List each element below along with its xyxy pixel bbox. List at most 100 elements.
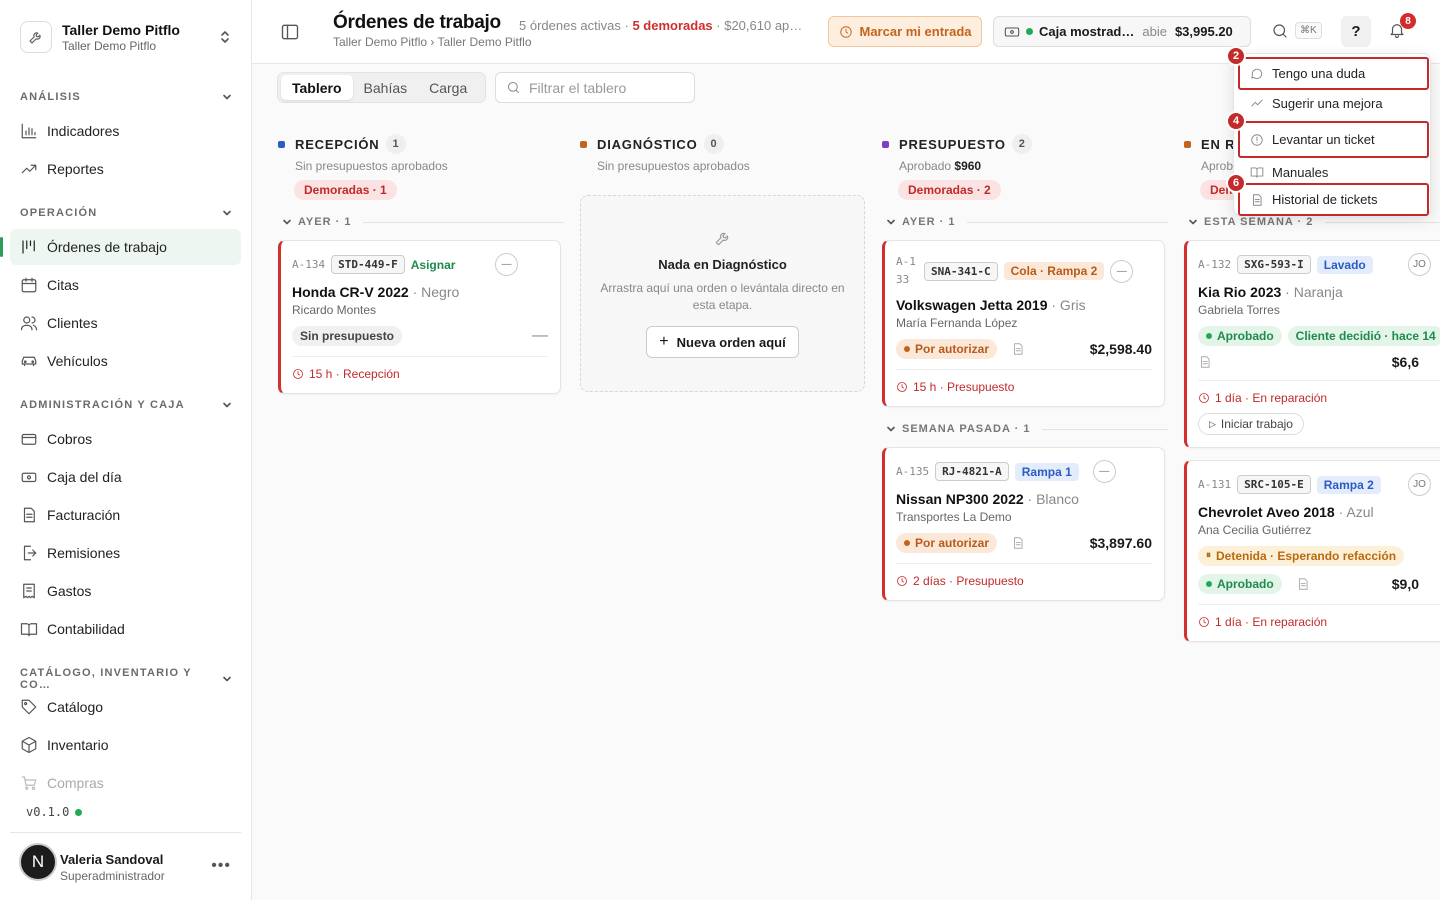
plus-icon: +: [659, 333, 669, 350]
order-card[interactable]: A-135 RJ-4821-A Rampa 1 — Nissan NP300 2022…: [882, 447, 1165, 601]
sidebar-item-compras[interactable]: Compras: [10, 765, 241, 801]
more-icon[interactable]: •••: [211, 857, 231, 875]
menu-item-label: Sugerir una mejora: [1272, 95, 1383, 111]
user-role: Superadministrador: [60, 869, 165, 883]
menu-item-historial-tickets[interactable]: Historial de tickets: [1238, 183, 1429, 216]
column-count: 1: [385, 134, 406, 154]
assign-link[interactable]: Asignar: [411, 256, 463, 274]
sidebar-item-label: Inventario: [47, 737, 109, 753]
filter-placeholder: Filtrar el tablero: [529, 79, 627, 96]
start-work-button[interactable]: ▷ Iniciar trabajo: [1198, 413, 1304, 435]
sidebar-item-indicadores[interactable]: Indicadores: [10, 113, 241, 149]
order-price: $9,0: [1391, 575, 1419, 592]
book-icon: [20, 623, 38, 637]
pause-icon: ⏸: [1206, 550, 1211, 561]
cash-icon: [1004, 26, 1020, 37]
marcar-entrada-button[interactable]: Marcar mi entrada: [828, 16, 982, 47]
chevron-down-icon: [222, 400, 232, 410]
caja-selector[interactable]: Caja mostrad… abie $3,995.20: [993, 16, 1251, 47]
help-button[interactable]: ?: [1341, 16, 1371, 47]
chevron-down-icon: [887, 219, 895, 225]
order-card[interactable]: A-132 SXG-593-I Lavado JO Kia Rio 2023 · Na…: [1184, 240, 1440, 448]
search-icon: [508, 82, 519, 93]
sidebar-item-contabilidad[interactable]: Contabilidad: [10, 611, 241, 647]
order-card[interactable]: A-134 STD-449-F Asignar — Honda CR-V 2022 ·…: [278, 240, 561, 394]
caja-amount: $3,995.20: [1174, 24, 1233, 39]
section-catalogo[interactable]: CATÁLOGO, INVENTARIO Y CO…: [20, 667, 232, 691]
assignee-placeholder-icon[interactable]: —: [1110, 259, 1134, 283]
sidebar-item-gastos[interactable]: Gastos: [10, 573, 241, 609]
sidebar-item-ordenes[interactable]: Órdenes de trabajo: [0, 229, 241, 265]
caja-status-dot: [1026, 28, 1033, 35]
order-price: $3,897.60: [1089, 535, 1152, 551]
vehicle-model: Chevrolet Aveo 2018: [1198, 504, 1335, 520]
tab-bahias[interactable]: Bahías: [353, 75, 419, 100]
menu-item-tengo-duda[interactable]: Tengo una duda: [1238, 57, 1429, 90]
sidebar-item-clientes[interactable]: Clientes: [10, 305, 241, 341]
sidebar-toggle-icon[interactable]: [280, 22, 300, 42]
sidebar-item-caja[interactable]: Caja del día: [10, 459, 241, 495]
book-open-icon: [1250, 167, 1264, 178]
section-administracion[interactable]: ADMINISTRACIÓN Y CAJA: [20, 399, 232, 411]
version-label: v0.1.0: [26, 805, 70, 819]
notification-badge: 8: [1400, 13, 1416, 29]
sidebar-item-inventario[interactable]: Inventario: [10, 727, 241, 763]
notifications-button[interactable]: 8: [1388, 13, 1416, 40]
tab-tablero[interactable]: Tablero: [281, 75, 353, 100]
document-icon[interactable]: [1011, 536, 1025, 550]
plate-badge: SRC-105-E: [1237, 475, 1311, 494]
late-badge[interactable]: Demoradas · 1: [294, 180, 397, 200]
assignee-avatar[interactable]: JO: [1408, 473, 1431, 496]
avatar: N: [19, 843, 57, 881]
section-operacion[interactable]: OPERACIÓN: [20, 207, 232, 219]
document-icon[interactable]: [1296, 577, 1310, 591]
section-analisis[interactable]: ANÁLISIS: [20, 91, 232, 103]
menu-item-manuales[interactable]: Manuales: [1234, 158, 1432, 186]
sidebar-item-reportes[interactable]: Reportes: [10, 151, 241, 187]
sidebar-item-catalogo[interactable]: Catálogo: [10, 689, 241, 725]
sidebar-item-cobros[interactable]: Cobros: [10, 421, 241, 457]
sidebar-item-label: Reportes: [47, 161, 104, 177]
sidebar-item-label: Gastos: [47, 583, 92, 599]
vehicle-color: · Gris: [1051, 297, 1086, 313]
sidebar-item-remisiones[interactable]: Remisiones: [10, 535, 241, 571]
document-icon[interactable]: [1198, 355, 1212, 369]
workspace-name: Taller Demo Pitflo: [62, 21, 180, 38]
section-label: ADMINISTRACIÓN Y CAJA: [20, 399, 185, 411]
summary-amount: · $20,610 ap…: [712, 18, 803, 33]
search-icon[interactable]: [1271, 22, 1289, 40]
column-color-dot: [1184, 140, 1191, 148]
assignee-avatar[interactable]: JO: [1408, 253, 1431, 276]
assignee-placeholder-icon[interactable]: —: [495, 253, 518, 276]
group-header[interactable]: AYER · 1: [282, 216, 564, 228]
calendar-icon: [21, 277, 37, 293]
document-icon[interactable]: [1011, 342, 1025, 356]
board-filter-input[interactable]: Filtrar el tablero: [495, 72, 695, 103]
menu-item-sugerir-mejora[interactable]: Sugerir una mejora: [1234, 89, 1432, 117]
sidebar-item-vehiculos[interactable]: Vehículos: [10, 343, 241, 379]
menu-item-levantar-ticket[interactable]: Levantar un ticket: [1238, 121, 1429, 158]
group-header[interactable]: SEMANA PASADA · 1: [886, 423, 1168, 435]
order-card[interactable]: A-133 SNA-341-C Cola · Rampa 2 — Volkswagen…: [882, 240, 1165, 407]
column-subtitle: Sin presupuestos aprobados: [597, 159, 750, 173]
sidebar-item-label: Catálogo: [47, 699, 104, 715]
chevron-down-icon: [222, 674, 232, 684]
order-card[interactable]: A-131 SRC-105-E Rampa 2 JO Chevrolet Aveo 2…: [1184, 460, 1440, 642]
group-header[interactable]: AYER · 1: [886, 216, 1168, 228]
vehicle-color: · Blanco: [1027, 491, 1079, 507]
plate-badge: SNA-341-C: [924, 261, 998, 281]
group-header[interactable]: ESTA SEMANA · 2: [1188, 216, 1440, 228]
new-order-button[interactable]: + Nueva orden aquí: [646, 326, 799, 358]
view-tabs: Tablero Bahías Carga: [277, 72, 486, 103]
user-menu[interactable]: N Valeria Sandoval Superadministrador ••…: [10, 832, 241, 900]
late-badge[interactable]: Demoradas · 2: [898, 180, 1001, 200]
vehicle-model: Volkswagen Jetta 2019: [896, 297, 1048, 313]
tab-carga[interactable]: Carga: [418, 75, 478, 100]
order-id: A-133: [896, 255, 916, 286]
assignee-placeholder-icon[interactable]: —: [1092, 460, 1116, 483]
workspace-switcher[interactable]: Taller Demo Pitflo Taller Demo Pitflo: [10, 14, 242, 60]
sidebar-item-label: Indicadores: [47, 123, 120, 139]
sidebar-item-citas[interactable]: Citas: [10, 267, 241, 303]
sidebar-item-facturacion[interactable]: Facturación: [10, 497, 241, 533]
empty-dropzone[interactable]: Nada en Diagnóstico Arrastra aquí una or…: [580, 195, 865, 392]
